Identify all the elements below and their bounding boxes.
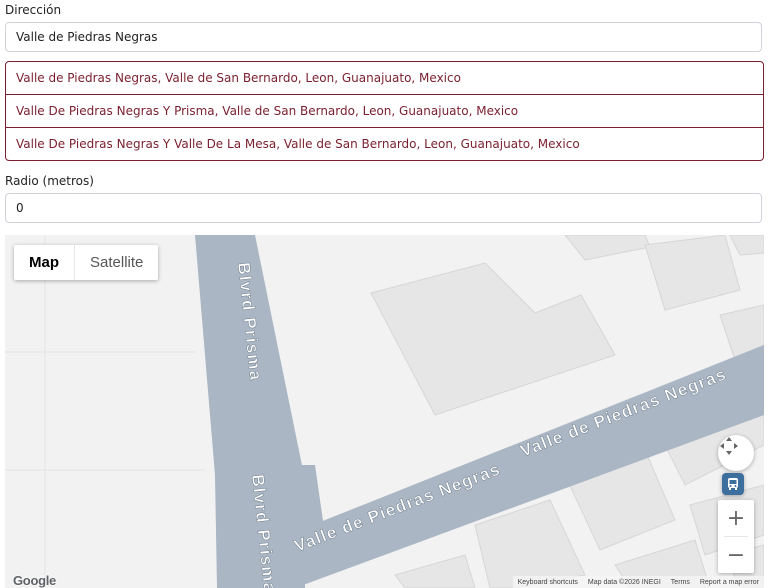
transit-icon[interactable] [722, 473, 744, 495]
radius-label: Radio (metros) [5, 174, 94, 188]
zoom-out-button[interactable]: − [718, 537, 754, 573]
address-suggestions: Valle de Piedras Negras, Valle de San Be… [5, 61, 764, 161]
pan-arrows-icon [718, 435, 754, 471]
suggestion-item[interactable]: Valle De Piedras Negras Y Prisma, Valle … [6, 95, 763, 128]
zoom-control: + − [718, 500, 754, 573]
map-type-map-button[interactable]: Map [14, 245, 74, 280]
plus-icon: + [726, 505, 746, 531]
map-view[interactable]: Blvrd Prisma Blvrd Prisma Valle de Piedr… [5, 235, 764, 588]
keyboard-shortcuts-link[interactable]: Keyboard shortcuts [518, 579, 578, 586]
map-canvas: Blvrd Prisma Blvrd Prisma Valle de Piedr… [5, 235, 764, 588]
map-type-control: Map Satellite [14, 245, 159, 280]
radius-input[interactable]: 0 [5, 193, 762, 223]
map-type-satellite-button[interactable]: Satellite [74, 245, 158, 280]
map-data-text: Map data ©2026 INEGI [587, 578, 661, 586]
suggestion-item[interactable]: Valle De Piedras Negras Y Valle De La Me… [6, 128, 763, 160]
google-logo: Google [13, 573, 56, 588]
report-error-link[interactable]: Report a map error [700, 579, 759, 586]
address-label: Dirección [5, 3, 62, 17]
minus-icon: − [726, 542, 746, 568]
suggestion-item[interactable]: Valle de Piedras Negras, Valle de San Be… [6, 62, 763, 95]
camera-control-button[interactable] [718, 435, 754, 471]
terms-link[interactable]: Terms [671, 579, 690, 586]
zoom-in-button[interactable]: + [718, 500, 754, 536]
map-footer: Keyboard shortcuts Map data ©2026 INEGI … [512, 576, 764, 588]
address-input[interactable]: Valle de Piedras Negras [5, 22, 762, 52]
